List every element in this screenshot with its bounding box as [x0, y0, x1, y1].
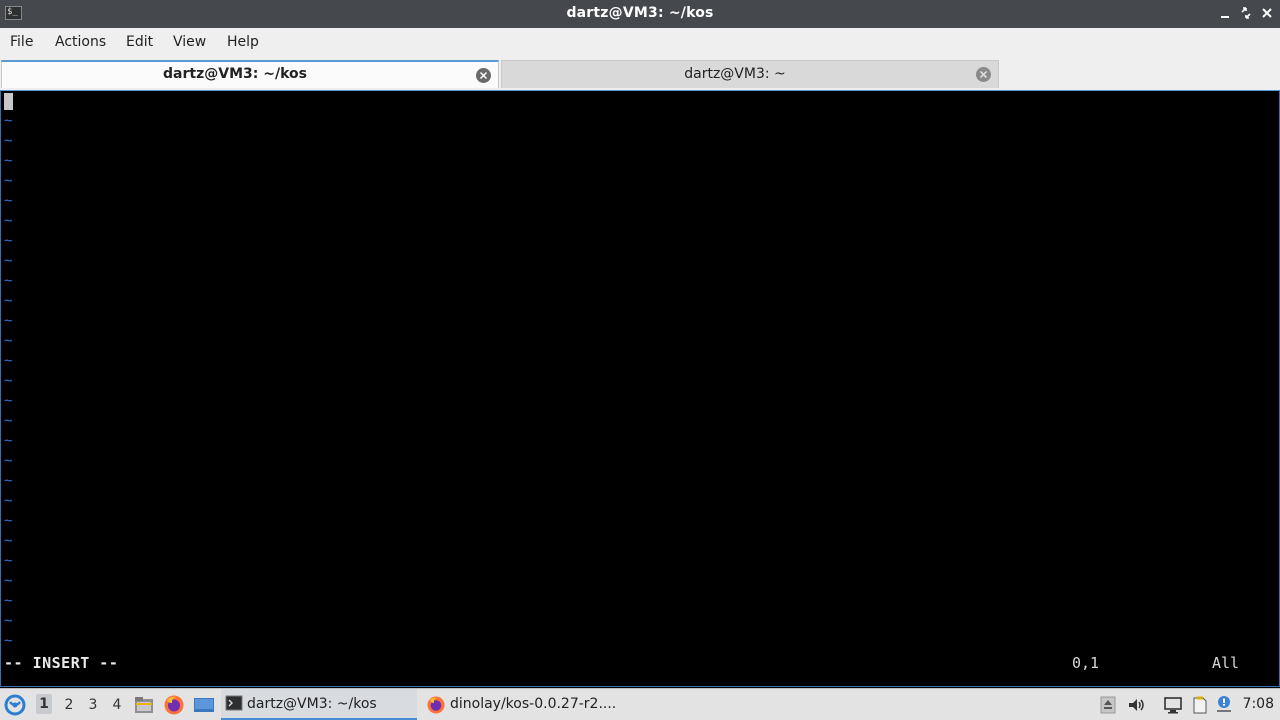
tilde-marker: ~	[4, 253, 13, 269]
tilde-marker: ~	[4, 213, 13, 229]
firefox-icon[interactable]	[163, 694, 185, 716]
task-label: dartz@VM3: ~/kos	[247, 696, 377, 712]
tilde-marker: ~	[4, 333, 13, 349]
minimize-icon	[1221, 16, 1229, 18]
menu-file[interactable]: File	[10, 34, 33, 50]
workspace-3[interactable]: 3	[85, 697, 101, 713]
scroll-position: All	[1212, 654, 1240, 672]
tab-close-button[interactable]	[475, 67, 492, 84]
close-icon	[1262, 8, 1272, 18]
tilde-marker: ~	[4, 353, 13, 369]
workspace-2[interactable]: 2	[61, 697, 77, 713]
tilde-marker: ~	[4, 233, 13, 249]
tab-kos[interactable]: dartz@VM3: ~/kos	[1, 60, 499, 88]
tilde-marker: ~	[4, 553, 13, 569]
network-icon[interactable]	[1163, 695, 1183, 715]
tilde-marker: ~	[4, 453, 13, 469]
close-circle-icon	[476, 68, 491, 83]
tilde-marker: ~	[4, 433, 13, 449]
tilde-marker: ~	[4, 313, 13, 329]
tilde-marker: ~	[4, 173, 13, 189]
tilde-marker: ~	[4, 533, 13, 549]
cursor-position: 0,1	[1072, 654, 1100, 672]
tab-home[interactable]: dartz@VM3: ~	[501, 60, 999, 88]
task-terminal[interactable]: dartz@VM3: ~/kos	[221, 689, 417, 720]
tilde-marker: ~	[4, 573, 13, 589]
title-bar: $_ dartz@VM3: ~/kos	[0, 0, 1280, 28]
upload-icon[interactable]	[1098, 695, 1118, 715]
workspace-4[interactable]: 4	[109, 697, 125, 713]
tilde-marker: ~	[4, 273, 13, 289]
close-circle-icon	[976, 67, 991, 82]
desktop-icon[interactable]	[193, 694, 215, 716]
tilde-marker: ~	[4, 293, 13, 309]
firefox-icon	[426, 695, 446, 715]
clipboard-icon[interactable]	[1190, 695, 1210, 715]
tilde-marker: ~	[4, 413, 13, 429]
tab-label: dartz@VM3: ~	[684, 66, 786, 82]
tilde-marker: ~	[4, 113, 13, 129]
vim-mode-indicator: -- INSERT --	[4, 654, 119, 672]
volume-icon[interactable]	[1126, 695, 1146, 715]
taskbar: 1 2 3 4 dartz@VM3: ~/kos dinolay/kos-0.0…	[0, 688, 1280, 720]
window-title: dartz@VM3: ~/kos	[566, 5, 714, 21]
tilde-marker: ~	[4, 613, 13, 629]
tilde-marker: ~	[4, 373, 13, 389]
tilde-marker: ~	[4, 493, 13, 509]
tilde-marker: ~	[4, 133, 13, 149]
clock: 7:08	[1242, 696, 1274, 712]
menu-edit[interactable]: Edit	[126, 34, 153, 50]
tab-label: dartz@VM3: ~/kos	[163, 66, 307, 82]
tilde-marker: ~	[4, 473, 13, 489]
task-label: dinolay/kos-0.0.27-r2....	[450, 696, 617, 712]
minimize-button[interactable]	[1218, 6, 1232, 20]
close-button[interactable]	[1260, 6, 1274, 20]
file-manager-icon[interactable]	[133, 694, 155, 716]
menu-help[interactable]: Help	[227, 34, 259, 50]
task-firefox[interactable]: dinolay/kos-0.0.27-r2....	[424, 689, 624, 720]
tilde-marker: ~	[4, 193, 13, 209]
tilde-marker: ~	[4, 633, 13, 649]
menu-view[interactable]: View	[173, 34, 206, 50]
start-menu-icon[interactable]	[4, 694, 26, 716]
tilde-marker: ~	[4, 393, 13, 409]
maximize-button[interactable]	[1239, 6, 1253, 20]
terminal-icon	[225, 694, 243, 712]
menu-actions[interactable]: Actions	[55, 34, 106, 50]
tilde-marker: ~	[4, 593, 13, 609]
tilde-marker: ~	[4, 153, 13, 169]
notification-icon[interactable]	[1214, 695, 1234, 715]
text-cursor	[4, 93, 13, 110]
workspace-1[interactable]: 1	[36, 694, 52, 714]
tilde-marker: ~	[4, 513, 13, 529]
terminal-area[interactable]: ~ ~ ~ ~ ~ ~ ~ ~ ~ ~ ~ ~ ~ ~ ~ ~ ~ ~ ~ ~ ~ ~ ~ ~ ~ ~ ~ -- INSERT --…	[0, 90, 1280, 687]
menu-bar: File Actions Edit View Help	[0, 28, 1280, 58]
tab-bar: dartz@VM3: ~/kos dartz@VM3: ~	[0, 58, 1280, 90]
tab-close-button[interactable]	[975, 66, 992, 83]
restore-icon	[1241, 7, 1251, 19]
